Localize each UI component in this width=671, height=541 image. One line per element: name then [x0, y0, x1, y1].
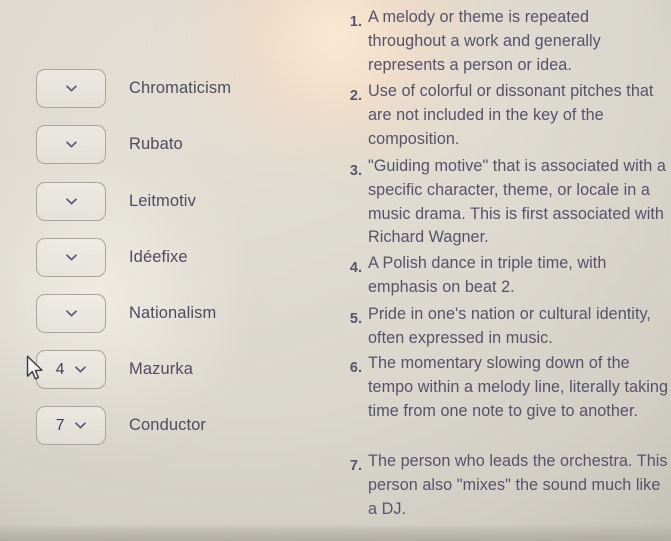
definition-text: The momentary slowing down of the tempo … [368, 354, 669, 420]
term-label: Mazurka [129, 360, 193, 378]
definition-item: 6. The momentary slowing down of the temp… [336, 352, 671, 423]
term-label: Conductor [129, 416, 207, 434]
definition-number: 6. [349, 360, 362, 376]
match-row: Chromaticism [36, 69, 231, 108]
chevron-down-icon [75, 366, 87, 373]
definition-text: "Guiding motive" that is associated with… [368, 157, 666, 247]
dropdown-selected-value: 4 [55, 360, 65, 378]
definition-item: 4. A Polish dance in triple time, with em… [336, 252, 671, 300]
match-row: Leitmotiv [36, 182, 196, 221]
chevron-down-icon [65, 198, 77, 205]
definition-number: 3. [349, 163, 362, 179]
answer-dropdown-leitmotiv[interactable] [36, 182, 106, 221]
match-row: 4 Mazurka [36, 350, 193, 389]
chevron-down-icon [65, 310, 77, 317]
definition-item: 3. "Guiding motive" that is associated wi… [336, 155, 671, 250]
term-label: Leitmotiv [129, 192, 196, 210]
answer-dropdown-rubato[interactable] [36, 125, 106, 164]
answer-dropdown-conductor[interactable]: 7 [36, 406, 106, 445]
definition-item: 2. Use of colorful or dissonant pitches t… [336, 80, 671, 151]
definition-text: Use of colorful or dissonant pitches tha… [368, 82, 654, 148]
definition-number: 1. [349, 14, 362, 30]
definition-number: 7. [349, 458, 362, 474]
chevron-down-icon [65, 254, 77, 261]
answer-dropdown-id-efixe[interactable] [36, 238, 106, 277]
answer-dropdown-nationalism[interactable] [36, 294, 106, 333]
terms-column: Chromaticism Rubato Leitmotiv Idéefixe Natio… [0, 0, 340, 541]
definition-number: 5. [349, 311, 362, 327]
definition-text: A melody or theme is repeated throughout… [368, 8, 601, 74]
definition-number: 2. [349, 88, 362, 104]
definition-text: A Polish dance in triple time, with emph… [368, 254, 607, 296]
match-row: 7 Conductor [36, 406, 206, 445]
match-row: Rubato [36, 125, 183, 164]
match-row: Nationalism [36, 294, 216, 333]
definition-item: 5. Pride in one's nation or cultural iden… [336, 303, 671, 351]
term-label: Nationalism [129, 304, 217, 322]
answer-dropdown-chromaticism[interactable] [36, 69, 106, 108]
definition-item: 7. The person who leads the orchestra. Th… [336, 450, 671, 521]
term-label: Idéefixe [129, 248, 188, 266]
chevron-down-icon [75, 422, 87, 429]
definition-item: 1. A melody or theme is repeated througho… [336, 6, 671, 77]
definition-text: The person who leads the orchestra. This… [368, 452, 668, 518]
chevron-down-icon [65, 141, 77, 148]
match-row: Idéefixe [36, 238, 188, 277]
quiz-screen: Chromaticism Rubato Leitmotiv Idéefixe Natio… [0, 0, 671, 541]
dropdown-selected-value: 7 [55, 416, 65, 434]
definition-number: 4. [349, 260, 362, 276]
term-label: Chromaticism [129, 79, 232, 97]
term-label: Rubato [129, 135, 183, 153]
answer-dropdown-mazurka[interactable]: 4 [36, 350, 106, 389]
definition-text: Pride in one's nation or cultural identi… [368, 305, 651, 347]
matching-exercise-content: Chromaticism Rubato Leitmotiv Idéefixe Natio… [0, 0, 671, 541]
chevron-down-icon [65, 85, 77, 92]
